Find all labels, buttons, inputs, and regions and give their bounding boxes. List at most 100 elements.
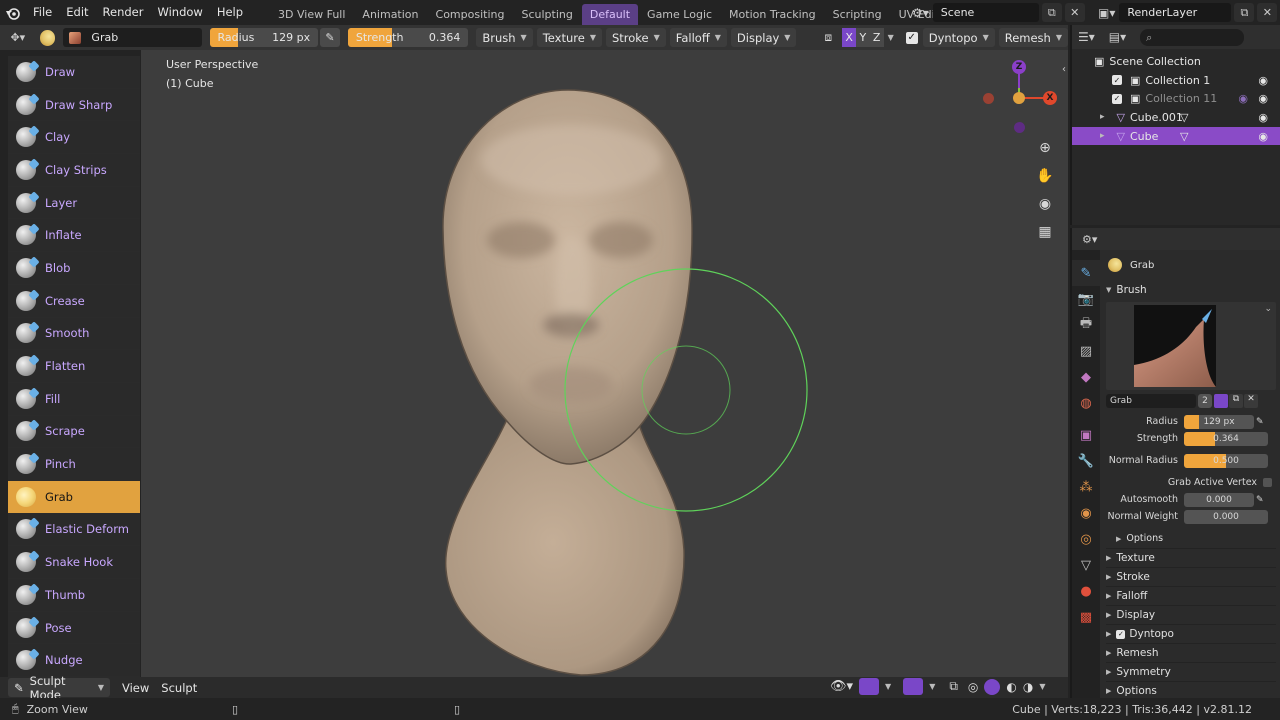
unlink-brush-icon[interactable]: ✕ (1244, 393, 1258, 408)
overlay-toggle-icon[interactable] (903, 678, 924, 695)
sculpt-tool-inflate[interactable]: Inflate (8, 219, 140, 253)
sculpt-tool-thumb[interactable]: Thumb (8, 579, 140, 612)
symmetry-x-toggle[interactable]: X (842, 28, 856, 47)
object-tab-icon[interactable]: ▣ (1072, 422, 1100, 448)
options-subpanel[interactable]: ▶ Options (1106, 529, 1276, 548)
chevron-down-icon[interactable]: ▼ (929, 682, 935, 691)
pressure-radius-icon[interactable]: ✎ (320, 28, 340, 47)
sculpt-tool-grab[interactable]: Grab (8, 480, 140, 514)
blender-logo-icon[interactable] (0, 0, 26, 25)
sculpt-tool-blob[interactable]: Blob (8, 252, 140, 285)
new-layer-icon[interactable]: ⧉ (1234, 3, 1255, 22)
zoom-icon[interactable]: ⊕ (1033, 136, 1057, 160)
texture-menu[interactable]: Texture ▼ (536, 28, 602, 47)
display-mode-icon[interactable]: ▤▾ (1109, 30, 1126, 44)
gizmo-z-axis[interactable]: Z (1012, 60, 1026, 74)
render-layer-field[interactable]: RenderLayer (1119, 3, 1232, 22)
normal-radius-field[interactable]: 0.500 (1184, 453, 1268, 468)
panel-remesh[interactable]: ▶ Remesh (1106, 643, 1276, 662)
sculpt-tool-layer[interactable]: Layer (8, 186, 140, 220)
gizmo-toggle-icon[interactable] (859, 678, 880, 695)
outliner-item[interactable]: ▸ ▽ Cube ▽ ◉ (1072, 126, 1280, 146)
eye-icon[interactable]: ◉ (1258, 92, 1268, 105)
menu-render[interactable]: Render (96, 0, 151, 25)
panel-stroke[interactable]: ▶ Stroke (1106, 567, 1276, 586)
duplicate-brush-icon[interactable]: ⧉ (1229, 393, 1243, 408)
scene-icon[interactable]: ⚙▾ (912, 6, 929, 20)
material-shading-icon[interactable]: ◐ (1006, 680, 1016, 694)
checkbox-icon[interactable]: ✓ (1112, 75, 1122, 86)
panel-falloff[interactable]: ▶ Falloff (1106, 586, 1276, 605)
scene-tab-icon[interactable]: ◆ (1072, 364, 1100, 390)
texture-tab-icon[interactable]: ▩ (1072, 604, 1100, 630)
checkbox-icon[interactable] (1263, 478, 1272, 487)
menu-file[interactable]: File (26, 0, 59, 25)
menu-window[interactable]: Window (150, 0, 209, 25)
brush-preview-icon[interactable] (39, 29, 56, 46)
expand-arrow-icon[interactable]: ▸ (1100, 112, 1105, 122)
pressure-icon[interactable]: ✎ (1256, 417, 1264, 427)
sculpt-menu[interactable]: Sculpt (155, 678, 203, 697)
radius-slider[interactable]: Radius 129 px (209, 28, 319, 47)
sculpt-tool-smooth[interactable]: Smooth (8, 317, 140, 351)
outliner-scene-collection[interactable]: ▣ Scene Collection (1072, 52, 1280, 71)
world-tab-icon[interactable]: ◍ (1072, 390, 1100, 416)
output-tab-icon[interactable]: 🖶 (1072, 312, 1100, 338)
outliner-item[interactable]: ▸ ▽ Cube.001 ▽ ◉ (1072, 108, 1280, 127)
outliner-item[interactable]: ✓ ▣ Collection 1 ◉ (1072, 71, 1280, 90)
eye-icon[interactable]: ◉ (1258, 74, 1268, 87)
gizmo-neg-x-axis[interactable] (983, 93, 994, 104)
particles-tab-icon[interactable]: ⁂ (1072, 474, 1100, 500)
chevron-down-icon[interactable]: ▼ (885, 682, 891, 691)
3d-viewport[interactable]: User Perspective (1) Cube Z X ‹ ⊕ ✋ ◉ ▦ (141, 50, 1068, 677)
gizmo-x-axis[interactable]: X (1043, 91, 1057, 105)
autosmooth-field[interactable]: 0.000 (1184, 492, 1254, 507)
physics-tab-icon[interactable]: ◉ (1072, 500, 1100, 526)
material-tab-icon[interactable]: ● (1072, 578, 1100, 604)
collapse-arrow-icon[interactable]: ‹ (1062, 64, 1066, 75)
symmetry-icon[interactable]: ⧈ (824, 30, 842, 45)
sculpt-tool-flatten[interactable]: Flatten (8, 350, 140, 383)
scene-name-field[interactable]: Scene (932, 3, 1039, 22)
pressure-icon[interactable]: ✎ (1256, 495, 1264, 505)
brush-name-field[interactable]: Grab (1106, 393, 1196, 408)
sculpt-tool-draw-sharp[interactable]: Draw Sharp (8, 88, 140, 122)
delete-scene-icon[interactable]: ✕ (1064, 3, 1085, 22)
display-menu[interactable]: Display ▼ (730, 28, 797, 47)
normal-weight-field[interactable]: 0.000 (1184, 509, 1268, 524)
sculpt-tool-clay-strips[interactable]: Clay Strips (8, 154, 140, 187)
solid-shading-icon[interactable] (984, 678, 1001, 695)
chevron-down-icon[interactable]: ▼ (888, 33, 894, 42)
workspace-tab[interactable]: Animation (354, 4, 426, 25)
panel-texture[interactable]: ▶ Texture (1106, 548, 1276, 567)
remesh-menu[interactable]: Remesh ▼ (998, 28, 1068, 47)
eye-icon[interactable]: ◉ (1258, 111, 1268, 124)
expand-arrow-icon[interactable]: ▸ (1100, 131, 1105, 141)
view-menu[interactable]: View (116, 678, 155, 697)
render-tab-icon[interactable]: 📷 (1072, 286, 1100, 312)
brush-users-count[interactable]: 2 (1198, 393, 1212, 408)
panel-dyntopo[interactable]: ▶ ✓ Dyntopo (1106, 624, 1276, 643)
sculpt-tool-elastic-deform[interactable]: Elastic Deform (8, 513, 140, 547)
view-layer-tab-icon[interactable]: ▨ (1072, 338, 1100, 364)
brush-selector[interactable]: Grab (63, 28, 202, 47)
pan-hand-icon[interactable]: ✋ (1033, 164, 1057, 188)
render-toggle-icon[interactable]: ◉ (1238, 92, 1248, 105)
grab-active-vertex-row[interactable]: Grab Active Vertex (1106, 474, 1276, 491)
data-tab-icon[interactable]: ▽ (1072, 552, 1100, 578)
wireframe-shading-icon[interactable]: ◎ (968, 680, 978, 694)
brush-panel-header[interactable]: ▼ Brush (1106, 280, 1276, 299)
workspace-tab[interactable]: Motion Tracking (721, 4, 824, 25)
checkbox-icon[interactable]: ✓ (1112, 93, 1122, 104)
symmetry-z-toggle[interactable]: Z (869, 28, 884, 47)
workspace-tab[interactable]: Scripting (825, 4, 890, 25)
navigation-gizmo[interactable]: Z X (979, 58, 1059, 138)
panel-symmetry[interactable]: ▶ Symmetry (1106, 662, 1276, 681)
outliner-search-input[interactable]: ⌕ (1140, 28, 1245, 46)
camera-icon[interactable]: ◉ (1033, 192, 1057, 216)
brush-thumbnail-area[interactable]: ⌄ (1106, 302, 1276, 390)
strength-slider[interactable]: Strength 0.364 (347, 28, 469, 47)
render-layer-icon[interactable]: ▣▾ (1098, 6, 1115, 20)
visibility-icon[interactable]: 👁▾ (830, 679, 853, 694)
sculpt-tool-snake-hook[interactable]: Snake Hook (8, 546, 140, 579)
